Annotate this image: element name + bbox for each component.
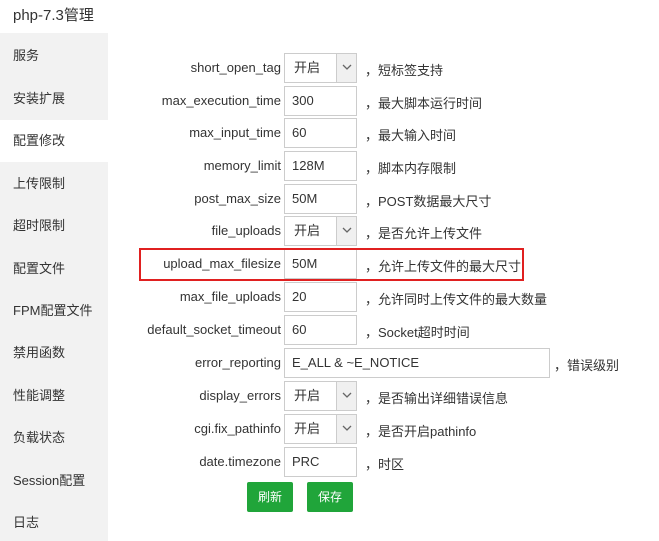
setting-row-date-timezone: date.timezone PRC ，时区: [108, 445, 659, 478]
setting-description: ，Socket超时时间: [365, 325, 470, 340]
setting-label: max_input_time: [189, 125, 281, 140]
setting-description: ，最大输入时间: [365, 128, 457, 143]
sidebar-item-load-status[interactable]: 负载状态: [0, 417, 108, 459]
save-button[interactable]: 保存: [307, 482, 353, 512]
setting-label: max_file_uploads: [179, 289, 281, 304]
setting-description: ，是否允许上传文件: [365, 226, 483, 241]
setting-row-default-socket-timeout: default_socket_timeout 60 ，Socket超时时间: [108, 313, 659, 346]
window-title-bar: php-7.3管理: [0, 0, 659, 30]
setting-label: error_reporting: [195, 355, 281, 370]
max-input-time-input[interactable]: 60: [284, 118, 357, 148]
short-open-tag-select[interactable]: 开启: [284, 53, 357, 83]
sidebar-item-services[interactable]: 服务: [0, 35, 108, 77]
sidebar: 服务 安装扩展 配置修改 上传限制 超时限制 配置文件 FPM配置文件 禁用函数…: [0, 33, 108, 541]
post-max-size-input[interactable]: 50M: [284, 184, 357, 214]
window-title: php-7.3管理: [13, 7, 94, 24]
sidebar-item-disabled-functions[interactable]: 禁用函数: [0, 332, 108, 374]
default-socket-timeout-input[interactable]: 60: [284, 315, 357, 345]
file-uploads-select[interactable]: 开启: [284, 216, 357, 246]
setting-label: cgi.fix_pathinfo: [194, 421, 281, 436]
sidebar-item-timeout-limit[interactable]: 超时限制: [0, 205, 108, 247]
select-value: 开启: [294, 223, 321, 238]
setting-row-short-open-tag: short_open_tag 开启 ，短标签支持: [108, 51, 659, 84]
setting-row-file-uploads: file_uploads 开启 ，是否允许上传文件: [108, 214, 659, 247]
sidebar-item-config-file[interactable]: 配置文件: [0, 248, 108, 290]
setting-description: ，最大脚本运行时间: [365, 96, 483, 111]
refresh-button[interactable]: 刷新: [247, 482, 293, 512]
setting-description: ，时区: [365, 457, 405, 472]
setting-label: display_errors: [199, 388, 281, 403]
setting-label: max_execution_time: [161, 93, 281, 108]
setting-label: memory_limit: [203, 158, 281, 173]
setting-row-max-input-time: max_input_time 60 ，最大输入时间: [108, 116, 659, 149]
memory-limit-input[interactable]: 128M: [284, 151, 357, 181]
chevron-down-icon: [336, 217, 356, 245]
chevron-down-icon: [336, 382, 356, 410]
display-errors-select[interactable]: 开启: [284, 381, 357, 411]
max-file-uploads-input[interactable]: 20: [284, 282, 357, 312]
sidebar-item-logs[interactable]: 日志: [0, 502, 108, 541]
setting-description: ，脚本内存限制: [365, 161, 457, 176]
select-value: 开启: [294, 421, 321, 436]
setting-description: ，错误级别: [554, 358, 620, 373]
cgi-fix-pathinfo-select[interactable]: 开启: [284, 414, 357, 444]
sidebar-item-performance[interactable]: 性能调整: [0, 375, 108, 417]
setting-row-error-reporting: error_reporting E_ALL & ~E_NOTICE ，错误级别: [108, 346, 659, 379]
setting-row-max-execution-time: max_execution_time 300 ，最大脚本运行时间: [108, 84, 659, 117]
setting-description: ，是否输出详细错误信息: [365, 391, 509, 406]
date-timezone-input[interactable]: PRC: [284, 447, 357, 477]
setting-label: default_socket_timeout: [147, 322, 281, 337]
setting-label: date.timezone: [199, 454, 281, 469]
sidebar-item-session-config[interactable]: Session配置: [0, 460, 108, 502]
chevron-down-icon: [336, 54, 356, 82]
sidebar-item-fpm-config[interactable]: FPM配置文件: [0, 290, 108, 332]
select-value: 开启: [294, 388, 321, 403]
setting-description: ，短标签支持: [365, 63, 444, 78]
setting-description: ，POST数据最大尺寸: [365, 194, 492, 209]
setting-description: ，是否开启pathinfo: [365, 424, 477, 439]
setting-row-display-errors: display_errors 开启 ，是否输出详细错误信息: [108, 379, 659, 412]
config-form: short_open_tag 开启 ，短标签支持 max_execution_t…: [108, 33, 659, 541]
chevron-down-icon: [336, 415, 356, 443]
setting-row-cgi-fix-pathinfo: cgi.fix_pathinfo 开启 ，是否开启pathinfo: [108, 412, 659, 445]
setting-row-memory-limit: memory_limit 128M ，脚本内存限制: [108, 149, 659, 182]
select-value: 开启: [294, 60, 321, 75]
sidebar-item-config-edit[interactable]: 配置修改: [0, 120, 108, 162]
max-execution-time-input[interactable]: 300: [284, 86, 357, 116]
setting-label: short_open_tag: [190, 60, 281, 75]
sidebar-item-upload-limit[interactable]: 上传限制: [0, 163, 108, 205]
setting-label: post_max_size: [194, 191, 281, 206]
setting-description: ，允许同时上传文件的最大数量: [365, 292, 548, 307]
error-reporting-input[interactable]: E_ALL & ~E_NOTICE: [284, 348, 550, 378]
setting-row-max-file-uploads: max_file_uploads 20 ，允许同时上传文件的最大数量: [108, 280, 659, 313]
setting-row-post-max-size: post_max_size 50M ，POST数据最大尺寸: [108, 182, 659, 215]
sidebar-item-install-extensions[interactable]: 安装扩展: [0, 78, 108, 120]
highlight-box: [139, 248, 524, 281]
setting-label: file_uploads: [211, 223, 281, 238]
